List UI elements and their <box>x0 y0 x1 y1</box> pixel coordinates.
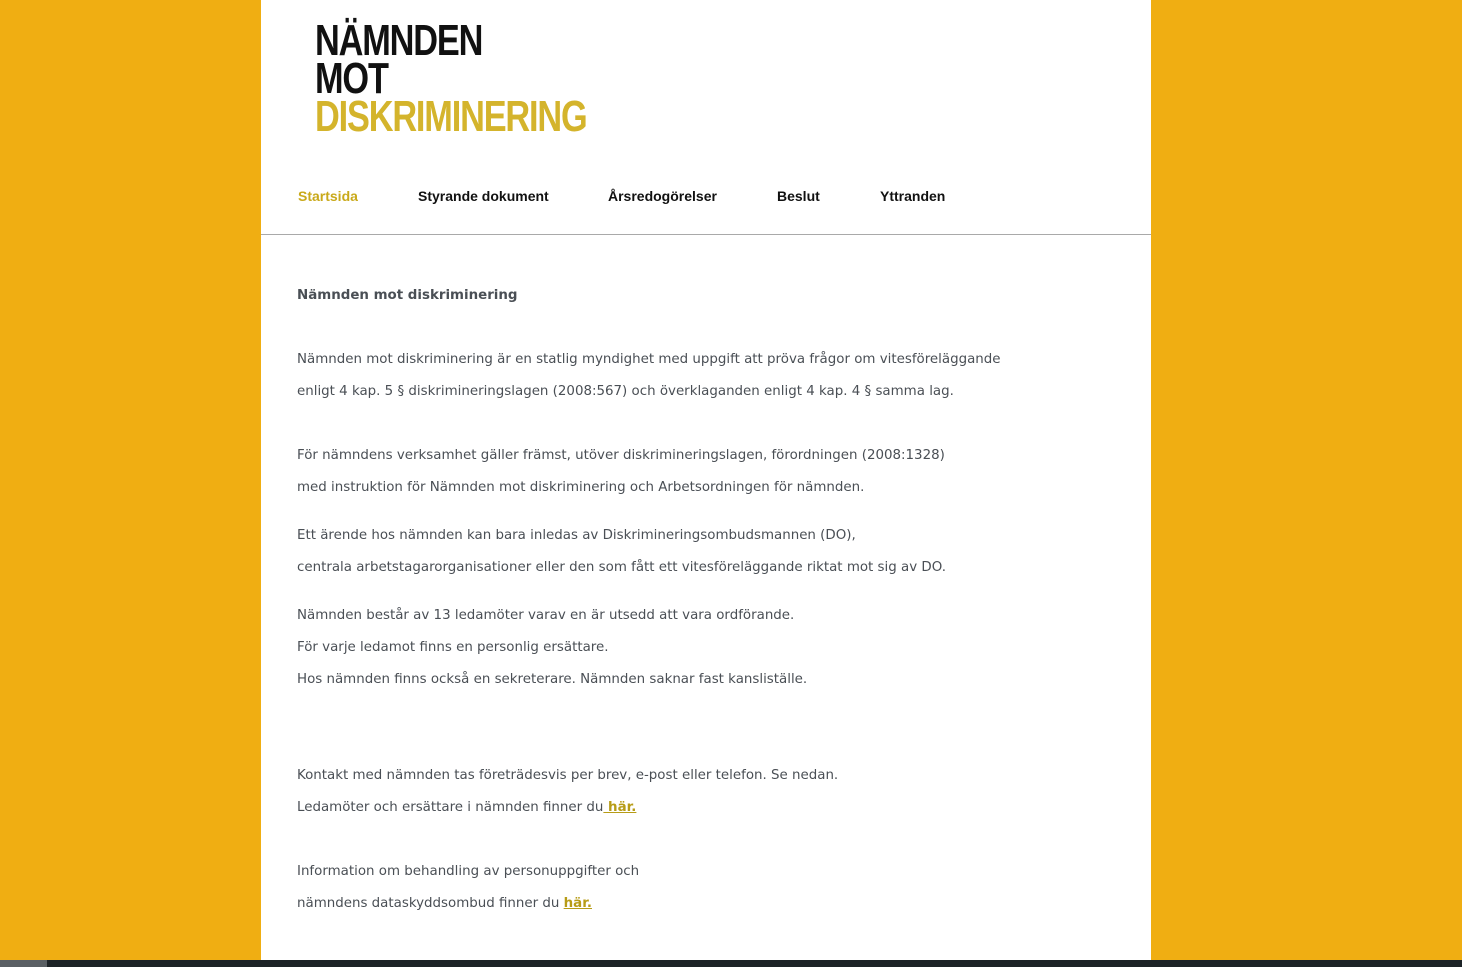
scrollbar-thumb[interactable] <box>0 960 47 967</box>
link-intro-text: nämndens dataskyddsombud finner du <box>297 896 564 911</box>
header-divider <box>261 234 1151 235</box>
paragraph-line-with-link: nämndens dataskyddsombud finner du här. <box>297 896 592 911</box>
site-logo[interactable]: NÄMNDEN MOT DISKRIMINERING <box>315 19 588 141</box>
members-link[interactable]: här. <box>603 800 636 815</box>
nav-item-styrande-dokument[interactable]: Styrande dokument <box>418 188 549 204</box>
link-intro-text: Ledamöter och ersättare i nämnden finner… <box>297 800 604 815</box>
logo-line-3: DISKRIMINERING <box>315 92 588 141</box>
nav-item-yttranden[interactable]: Yttranden <box>880 188 945 204</box>
paragraph-line: Information om behandling av personuppgi… <box>297 864 640 879</box>
paragraph-line: Nämnden består av 13 ledamöter varav en … <box>297 608 795 623</box>
horizontal-scrollbar[interactable] <box>0 960 1462 967</box>
paragraph-line-with-link: Ledamöter och ersättare i nämnden finner… <box>297 800 636 815</box>
nav-item-startsida[interactable]: Startsida <box>298 188 358 204</box>
paragraph-line: För varje ledamot finns en personlig ers… <box>297 640 609 655</box>
paragraph-line: Hos nämnden finns också en sekreterare. … <box>297 672 808 687</box>
paragraph-line: Nämnden mot diskriminering är en statlig… <box>297 352 1001 367</box>
paragraph-line: centrala arbetstagarorganisationer eller… <box>297 560 946 575</box>
privacy-link[interactable]: här. <box>564 896 592 911</box>
page-heading: Nämnden mot diskriminering <box>297 288 518 303</box>
paragraph-line: För nämndens verksamhet gäller främst, u… <box>297 448 945 463</box>
nav-item-arsredogorelser[interactable]: Årsredogörelser <box>608 188 717 204</box>
paragraph-line: enligt 4 kap. 5 § diskrimineringslagen (… <box>297 384 954 399</box>
paragraph-line: Kontakt med nämnden tas företrädesvis pe… <box>297 768 839 783</box>
paragraph-line: med instruktion för Nämnden mot diskrimi… <box>297 480 865 495</box>
main-navigation: Startsida Styrande dokument Årsredogörel… <box>261 188 1151 210</box>
nav-item-beslut[interactable]: Beslut <box>777 188 820 204</box>
page-container: NÄMNDEN MOT DISKRIMINERING Startsida Sty… <box>261 0 1151 960</box>
paragraph-line: Ett ärende hos nämnden kan bara inledas … <box>297 528 856 543</box>
